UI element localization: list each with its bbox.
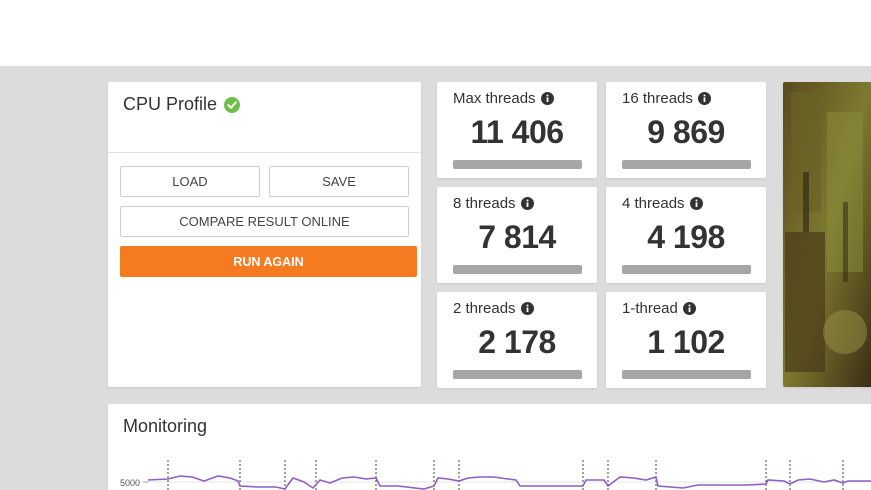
- score-value: 2 178: [478, 324, 556, 360]
- score-bar: [453, 265, 582, 274]
- y-tick-label: 5000: [120, 478, 140, 488]
- profile-title: CPU Profile: [123, 94, 218, 114]
- score-label: 16 threads: [622, 90, 693, 107]
- profile-title-row: CPU Profile: [123, 94, 241, 115]
- top-header-bar: [0, 0, 871, 66]
- score-value: 7 814: [478, 219, 556, 255]
- score-bar: [622, 265, 751, 274]
- info-icon[interactable]: [540, 92, 554, 105]
- score-label: 2 threads: [453, 300, 516, 317]
- score-bar: [453, 370, 582, 379]
- score-label-row: Max threads: [453, 90, 554, 107]
- score-card-max-threads: Max threads 11 406: [437, 82, 597, 178]
- score-label-row: 16 threads: [622, 90, 711, 107]
- info-icon[interactable]: [520, 302, 534, 315]
- run-again-button[interactable]: RUN AGAIN: [120, 246, 417, 277]
- score-label: 4 threads: [622, 195, 685, 212]
- monitoring-chart: 5000: [120, 460, 871, 490]
- score-label: Max threads: [453, 90, 536, 107]
- score-label: 1-thread: [622, 300, 678, 317]
- score-value: 11 406: [470, 114, 564, 150]
- compare-result-online-button[interactable]: COMPARE RESULT ONLINE: [120, 206, 409, 237]
- cpu-profile-card: CPU Profile LOAD SAVE COMPARE RESULT ONL…: [108, 82, 421, 387]
- benchmark-artwork-image: [783, 82, 871, 387]
- profile-divider: [108, 152, 421, 153]
- score-bar: [622, 370, 751, 379]
- score-label-row: 4 threads: [622, 195, 703, 212]
- check-circle-icon: [224, 96, 241, 113]
- info-icon[interactable]: [682, 302, 696, 315]
- score-card-4-threads: 4 threads 4 198: [606, 187, 766, 283]
- score-card-1-thread: 1-thread 1 102: [606, 292, 766, 388]
- info-icon[interactable]: [689, 197, 703, 210]
- info-icon[interactable]: [520, 197, 534, 210]
- score-value: 1 102: [647, 324, 725, 360]
- monitoring-card: Monitoring 5000: [108, 404, 871, 490]
- score-label-row: 2 threads: [453, 300, 534, 317]
- score-card-16-threads: 16 threads 9 869: [606, 82, 766, 178]
- score-label-row: 8 threads: [453, 195, 534, 212]
- info-icon[interactable]: [697, 92, 711, 105]
- load-button[interactable]: LOAD: [120, 166, 260, 197]
- score-card-2-threads: 2 threads 2 178: [437, 292, 597, 388]
- score-label: 8 threads: [453, 195, 516, 212]
- score-value: 4 198: [647, 219, 725, 255]
- score-card-8-threads: 8 threads 7 814: [437, 187, 597, 283]
- score-value: 9 869: [647, 114, 725, 150]
- save-button[interactable]: SAVE: [269, 166, 409, 197]
- score-bar: [622, 160, 751, 169]
- monitoring-title: Monitoring: [123, 416, 208, 436]
- score-label-row: 1-thread: [622, 300, 696, 317]
- score-bar: [453, 160, 582, 169]
